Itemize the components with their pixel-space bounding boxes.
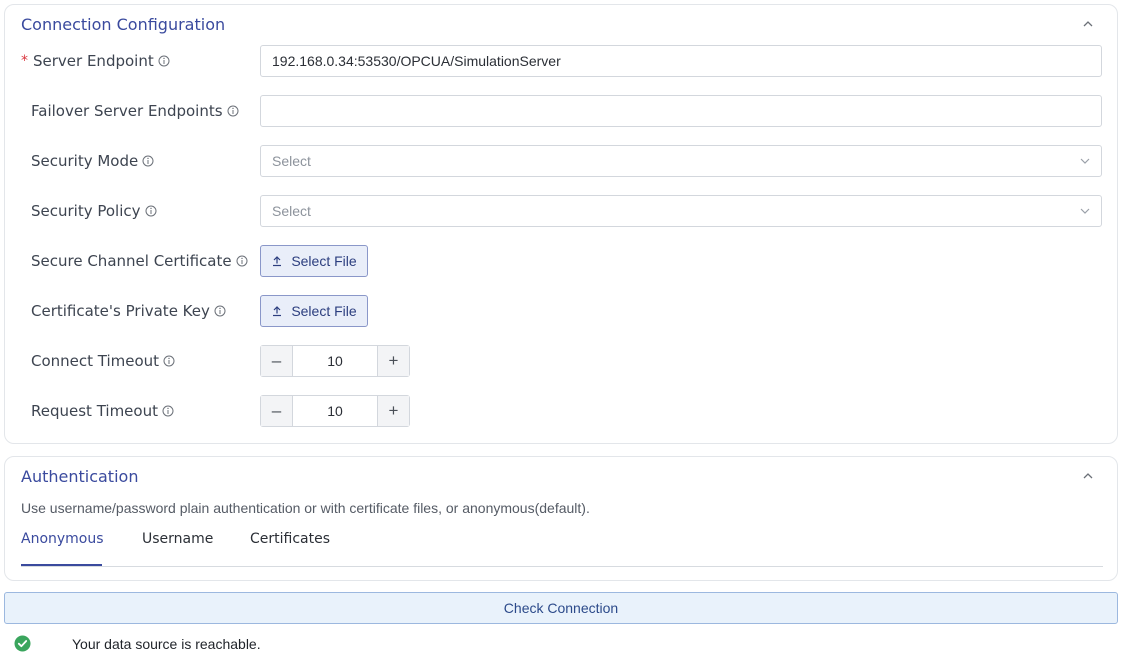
request-timeout-row: Request Timeout – 10 + — [5, 395, 1117, 427]
connect-timeout-label: Connect Timeout — [31, 345, 175, 377]
required-marker: * — [21, 53, 28, 69]
check-connection-button[interactable]: Check Connection — [4, 592, 1118, 624]
server-endpoint-label: * Server Endpoint — [21, 45, 170, 77]
authentication-title[interactable]: Authentication — [21, 467, 138, 486]
security-mode-label-text: Security Mode — [31, 152, 139, 170]
request-timeout-stepper: – 10 + — [260, 395, 410, 427]
info-icon[interactable] — [163, 355, 175, 367]
upload-icon — [273, 256, 282, 267]
private-key-label: Certificate's Private Key — [31, 295, 226, 327]
security-mode-placeholder: Select — [272, 153, 311, 169]
connect-timeout-label-text: Connect Timeout — [31, 352, 160, 370]
connect-timeout-value[interactable]: 10 — [293, 346, 377, 376]
connect-timeout-row: Connect Timeout – 10 + — [5, 345, 1117, 377]
decrement-button[interactable]: – — [261, 346, 293, 376]
check-circle-icon — [14, 635, 31, 652]
connect-timeout-stepper: – 10 + — [260, 345, 410, 377]
select-file-label: Select File — [291, 253, 357, 269]
failover-endpoints-label: Failover Server Endpoints — [31, 95, 239, 127]
security-mode-select[interactable]: Select — [260, 145, 1102, 177]
increment-button[interactable]: + — [377, 346, 409, 376]
server-endpoint-label-text: Server Endpoint — [33, 52, 154, 70]
authentication-panel: Authentication Use username/password pla… — [4, 456, 1118, 581]
chevron-up-icon[interactable] — [1081, 471, 1095, 481]
security-policy-label: Security Policy — [31, 195, 157, 227]
security-policy-row: Security Policy Select — [5, 195, 1117, 227]
server-endpoint-input[interactable] — [260, 45, 1102, 77]
info-icon[interactable] — [162, 405, 174, 417]
failover-endpoints-label-text: Failover Server Endpoints — [31, 102, 223, 120]
private-key-label-text: Certificate's Private Key — [31, 302, 210, 320]
upload-icon — [273, 306, 282, 317]
secure-channel-certificate-row: Secure Channel Certificate Select File — [5, 245, 1117, 277]
request-timeout-label-text: Request Timeout — [31, 402, 158, 420]
info-icon[interactable] — [236, 255, 248, 267]
private-key-row: Certificate's Private Key Select File — [5, 295, 1117, 327]
authentication-tabs: Anonymous Username Certificates — [21, 528, 1103, 567]
info-icon[interactable] — [214, 305, 226, 317]
security-policy-select[interactable]: Select — [260, 195, 1102, 227]
security-mode-label: Security Mode — [31, 145, 154, 177]
info-icon[interactable] — [145, 205, 157, 217]
secure-channel-certificate-select-file-button[interactable]: Select File — [260, 245, 368, 277]
security-mode-row: Security Mode Select — [5, 145, 1117, 177]
request-timeout-label: Request Timeout — [31, 395, 174, 427]
security-policy-label-text: Security Policy — [31, 202, 141, 220]
tab-anonymous[interactable]: Anonymous — [21, 528, 104, 566]
request-timeout-value[interactable]: 10 — [293, 396, 377, 426]
info-icon[interactable] — [142, 155, 154, 167]
tab-certificates[interactable]: Certificates — [250, 528, 330, 566]
increment-button[interactable]: + — [377, 396, 409, 426]
chevron-down-icon — [1080, 158, 1090, 164]
connection-configuration-panel: Connection Configuration * Server Endpoi… — [4, 4, 1118, 444]
select-file-label: Select File — [291, 303, 357, 319]
tab-username[interactable]: Username — [142, 528, 213, 566]
authentication-description: Use username/password plain authenticati… — [21, 500, 590, 516]
chevron-up-icon[interactable] — [1081, 19, 1095, 29]
secure-channel-certificate-label: Secure Channel Certificate — [31, 245, 248, 277]
secure-channel-certificate-label-text: Secure Channel Certificate — [31, 252, 232, 270]
security-policy-placeholder: Select — [272, 203, 311, 219]
failover-endpoints-input[interactable] — [260, 95, 1102, 127]
connection-status: Your data source is reachable. — [14, 634, 614, 654]
decrement-button[interactable]: – — [261, 396, 293, 426]
private-key-select-file-button[interactable]: Select File — [260, 295, 368, 327]
info-icon[interactable] — [227, 105, 239, 117]
connection-configuration-title[interactable]: Connection Configuration — [21, 15, 225, 34]
status-message: Your data source is reachable. — [72, 636, 261, 652]
chevron-down-icon — [1080, 208, 1090, 214]
failover-endpoints-row: Failover Server Endpoints — [5, 95, 1117, 127]
server-endpoint-row: * Server Endpoint — [5, 45, 1117, 77]
info-icon[interactable] — [158, 55, 170, 67]
